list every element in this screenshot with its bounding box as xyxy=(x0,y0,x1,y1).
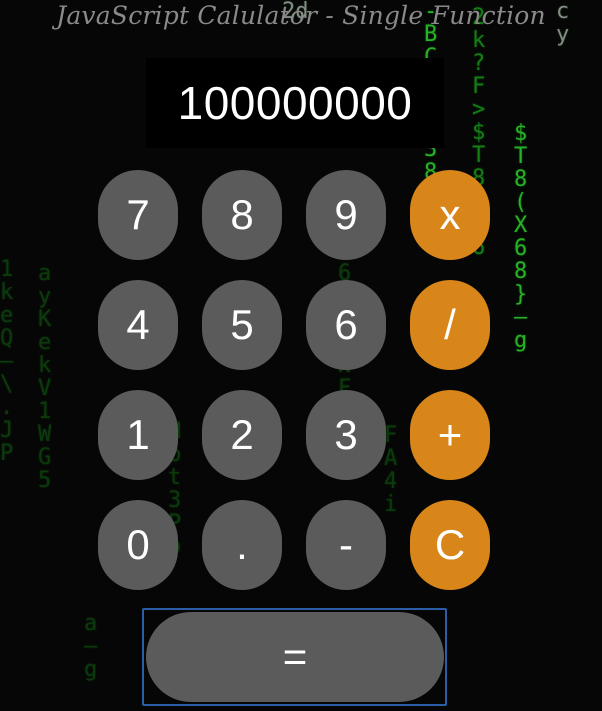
page-title: JavaScript Calulator - Single Function xyxy=(56,1,546,30)
add-button[interactable]: + xyxy=(410,390,490,480)
subtract-button[interactable]: - xyxy=(306,500,386,590)
key-1[interactable]: 1 xyxy=(98,390,178,480)
divide-button[interactable]: / xyxy=(410,280,490,370)
key-6[interactable]: 6 xyxy=(306,280,386,370)
key-2[interactable]: 2 xyxy=(202,390,282,480)
clear-button[interactable]: C xyxy=(410,500,490,590)
equals-button[interactable]: = xyxy=(146,612,444,702)
key-3[interactable]: 3 xyxy=(306,390,386,480)
calculator-display: 100000000 xyxy=(146,58,444,148)
key-4[interactable]: 4 xyxy=(98,280,178,370)
multiply-button[interactable]: x xyxy=(410,170,490,260)
key-5[interactable]: 5 xyxy=(202,280,282,370)
key-8[interactable]: 8 xyxy=(202,170,282,260)
key-0[interactable]: 0 xyxy=(98,500,178,590)
key-9[interactable]: 9 xyxy=(306,170,386,260)
calculator-page: 1 k e Q — \ . J P a y K e k V 1 W G 5 - … xyxy=(0,0,602,711)
decimal-button[interactable]: . xyxy=(202,500,282,590)
key-7[interactable]: 7 xyxy=(98,170,178,260)
